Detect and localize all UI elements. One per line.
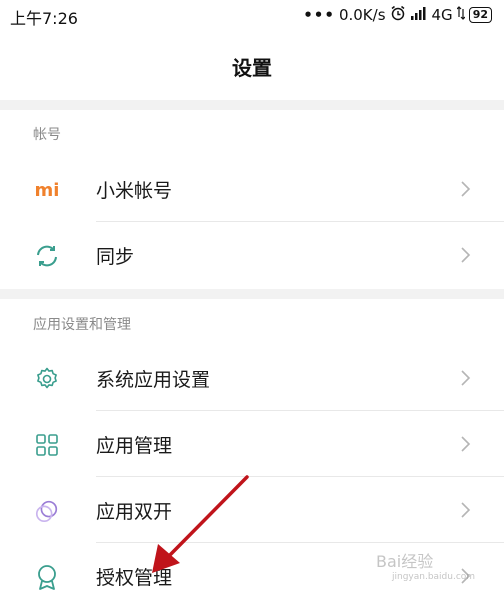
settings-item-label: 授权管理 bbox=[96, 567, 173, 589]
ribbon-icon bbox=[34, 564, 60, 590]
watermark-url: jingyan.baidu.com bbox=[392, 572, 476, 582]
baidu-watermark: Bai经验 jingyan.baidu.com bbox=[376, 548, 475, 582]
chevron-right-icon bbox=[461, 502, 471, 518]
settings-item-system-apps[interactable]: 系统应用设置 bbox=[0, 345, 504, 411]
settings-item-label: 应用双开 bbox=[96, 501, 173, 523]
chevron-right-icon bbox=[461, 436, 471, 452]
mi-logo-icon: mi bbox=[34, 179, 60, 201]
chevron-right-icon bbox=[461, 181, 471, 197]
data-arrows-icon bbox=[456, 6, 466, 24]
signal-icon bbox=[410, 6, 428, 24]
chevron-right-icon bbox=[461, 247, 471, 263]
status-dots: ••• bbox=[303, 6, 335, 24]
grid-icon bbox=[34, 432, 60, 458]
settings-item-label: 系统应用设置 bbox=[96, 369, 211, 391]
status-time: 上午7:26 bbox=[10, 9, 78, 28]
network-type: 4G bbox=[431, 6, 453, 24]
status-right: ••• 0.0K/s 4G 92 bbox=[303, 5, 492, 25]
dual-circle-icon bbox=[34, 498, 60, 524]
section-header-app-settings: 应用设置和管理 bbox=[33, 317, 131, 333]
section-divider bbox=[0, 289, 504, 299]
status-bar: 上午7:26 ••• 0.0K/s 4G 92 bbox=[0, 0, 504, 30]
gear-icon bbox=[34, 366, 60, 392]
watermark-text: Bai经验 bbox=[376, 552, 434, 571]
settings-item-app-management[interactable]: 应用管理 bbox=[0, 411, 504, 477]
net-speed: 0.0K/s bbox=[338, 6, 386, 24]
battery-indicator: 92 bbox=[468, 7, 492, 23]
settings-item-label: 同步 bbox=[96, 246, 135, 268]
settings-item-label: 应用管理 bbox=[96, 435, 173, 457]
page-title: 设置 bbox=[232, 56, 272, 80]
chevron-right-icon bbox=[461, 370, 471, 386]
section-header-account: 帐号 bbox=[33, 127, 61, 143]
settings-item-label: 小米帐号 bbox=[96, 180, 173, 202]
alarm-icon bbox=[390, 5, 406, 25]
sync-icon bbox=[34, 243, 60, 269]
settings-item-dual-apps[interactable]: 应用双开 bbox=[0, 477, 504, 543]
section-divider bbox=[0, 100, 504, 110]
settings-item-sync[interactable]: 同步 bbox=[0, 222, 504, 288]
settings-item-mi-account[interactable]: mi 小米帐号 bbox=[0, 156, 504, 222]
